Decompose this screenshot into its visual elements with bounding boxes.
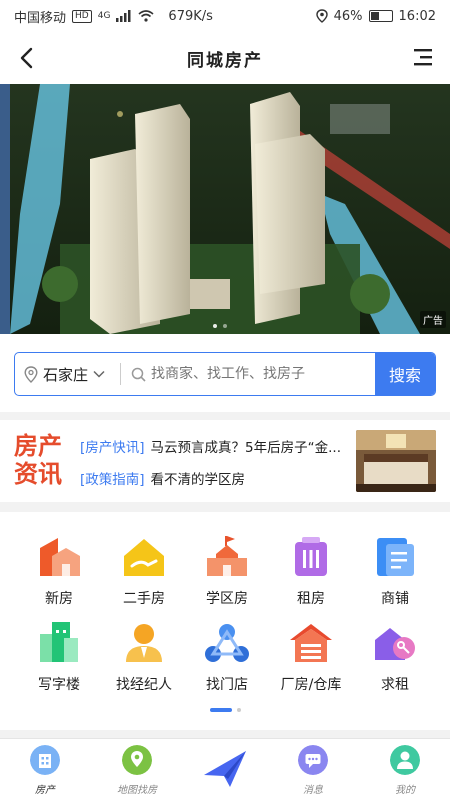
tab-label: 消息 bbox=[303, 785, 323, 796]
office-building-icon bbox=[40, 622, 78, 662]
page-title: 同城房产 bbox=[187, 50, 263, 71]
news-headline: 看不清的学区房 bbox=[150, 472, 246, 488]
category-new-house[interactable]: 新房 bbox=[14, 534, 104, 608]
search-button[interactable]: 搜索 bbox=[375, 353, 435, 395]
category-label: 租房 bbox=[297, 591, 325, 607]
message-tab-icon bbox=[298, 745, 328, 775]
bottom-tab-bar: 房产 地图找房 消息 我的 bbox=[0, 738, 450, 800]
location-icon bbox=[315, 9, 328, 23]
publish-tab-icon bbox=[204, 751, 246, 787]
category-label: 找经纪人 bbox=[116, 677, 172, 693]
ad-label: 广告 bbox=[420, 311, 446, 328]
news-thumbnail[interactable] bbox=[356, 430, 436, 492]
category-seek-rent[interactable]: 求租 bbox=[350, 620, 440, 694]
category-warehouse[interactable]: 厂房/仓库 bbox=[266, 620, 356, 694]
tab-house[interactable]: 房产 bbox=[0, 745, 90, 796]
store-icon bbox=[205, 624, 249, 662]
wifi-icon bbox=[138, 10, 154, 22]
category-label: 写字楼 bbox=[38, 677, 80, 693]
category-label: 求租 bbox=[381, 677, 409, 693]
signal-icon bbox=[116, 10, 131, 22]
category-office[interactable]: 写字楼 bbox=[14, 620, 104, 694]
location-pin-icon bbox=[24, 365, 38, 383]
rent-icon bbox=[295, 537, 327, 576]
page-indicator bbox=[0, 708, 450, 712]
tab-profile[interactable]: 我的 bbox=[360, 745, 450, 796]
map-tab-icon bbox=[122, 745, 152, 775]
chevron-down-icon bbox=[93, 370, 105, 378]
news-logo-line1: 房产 bbox=[14, 431, 62, 460]
tab-message[interactable]: 消息 bbox=[268, 745, 358, 796]
network-speed: 679K/s bbox=[168, 8, 213, 24]
banner-image bbox=[0, 84, 450, 334]
menu-icon[interactable] bbox=[412, 46, 434, 68]
carrier-label: 中国移动 bbox=[14, 10, 67, 26]
category-shop[interactable]: 商铺 bbox=[350, 534, 440, 608]
seek-rent-icon bbox=[375, 628, 415, 660]
category-second-hand[interactable]: 二手房 bbox=[99, 534, 189, 608]
battery-icon bbox=[368, 10, 393, 22]
news-tag: [房产快讯] bbox=[80, 440, 145, 456]
warehouse-icon bbox=[290, 624, 332, 662]
category-label: 找门店 bbox=[206, 677, 248, 693]
news-section: 房产 资讯 [房产快讯] 马云预言成真？5年后房子“金... [政策指南] 看不… bbox=[0, 420, 450, 502]
page-dot bbox=[236, 708, 241, 712]
tab-publish[interactable] bbox=[180, 749, 270, 789]
agent-icon bbox=[126, 624, 162, 662]
school-house-icon bbox=[207, 536, 247, 576]
category-label: 二手房 bbox=[123, 591, 165, 607]
search-field[interactable] bbox=[121, 366, 375, 382]
battery-percent: 46% bbox=[333, 8, 363, 24]
second-hand-house-icon bbox=[124, 539, 164, 576]
house-tab-icon bbox=[30, 745, 60, 775]
category-store[interactable]: 找门店 bbox=[182, 620, 272, 694]
tab-map[interactable]: 地图找房 bbox=[92, 745, 182, 796]
news-logo-line2: 资讯 bbox=[14, 459, 62, 488]
header: 同城房产 bbox=[0, 32, 450, 84]
clock: 16:02 bbox=[398, 8, 436, 24]
search-icon bbox=[131, 367, 146, 382]
status-bar: 中国移动 HD 4G 679K/s 46% 16:02 bbox=[0, 0, 450, 32]
news-logo: 房产 资讯 bbox=[14, 432, 66, 488]
category-label: 厂房/仓库 bbox=[280, 677, 342, 693]
category-rent[interactable]: 租房 bbox=[266, 534, 356, 608]
news-item[interactable]: [房产快讯] 马云预言成真？5年后房子“金... bbox=[80, 436, 341, 456]
category-label: 商铺 bbox=[381, 591, 409, 607]
new-house-icon bbox=[40, 538, 80, 576]
category-grid: 新房 二手房 学区房 租房 商铺 写字楼 找经纪人 找门店 厂房/仓库 求租 bbox=[0, 512, 450, 730]
category-school-house[interactable]: 学区房 bbox=[182, 534, 272, 608]
search-input[interactable] bbox=[151, 366, 371, 382]
news-item[interactable]: [政策指南] 看不清的学区房 bbox=[80, 468, 245, 488]
banner-carousel[interactable]: 广告 bbox=[0, 84, 450, 334]
category-label: 新房 bbox=[45, 591, 73, 607]
network-type: 4G bbox=[97, 11, 111, 21]
profile-tab-icon bbox=[390, 745, 420, 775]
city-selector[interactable]: 石家庄 bbox=[15, 364, 120, 385]
page-dot-active bbox=[209, 708, 232, 712]
back-arrow-icon[interactable] bbox=[14, 44, 42, 72]
hd-badge: HD bbox=[72, 9, 92, 23]
news-tag: [政策指南] bbox=[80, 472, 145, 488]
search-bar: 石家庄 搜索 bbox=[14, 352, 436, 396]
tab-label: 地图找房 bbox=[117, 785, 157, 796]
tab-label: 房产 bbox=[35, 785, 55, 796]
search-section: 石家庄 搜索 bbox=[0, 334, 450, 412]
tab-label: 我的 bbox=[395, 785, 415, 796]
shop-icon bbox=[377, 538, 414, 576]
city-name: 石家庄 bbox=[43, 365, 89, 384]
news-headline: 马云预言成真？5年后房子“金... bbox=[150, 440, 342, 456]
category-label: 学区房 bbox=[206, 591, 248, 607]
category-agent[interactable]: 找经纪人 bbox=[99, 620, 189, 694]
